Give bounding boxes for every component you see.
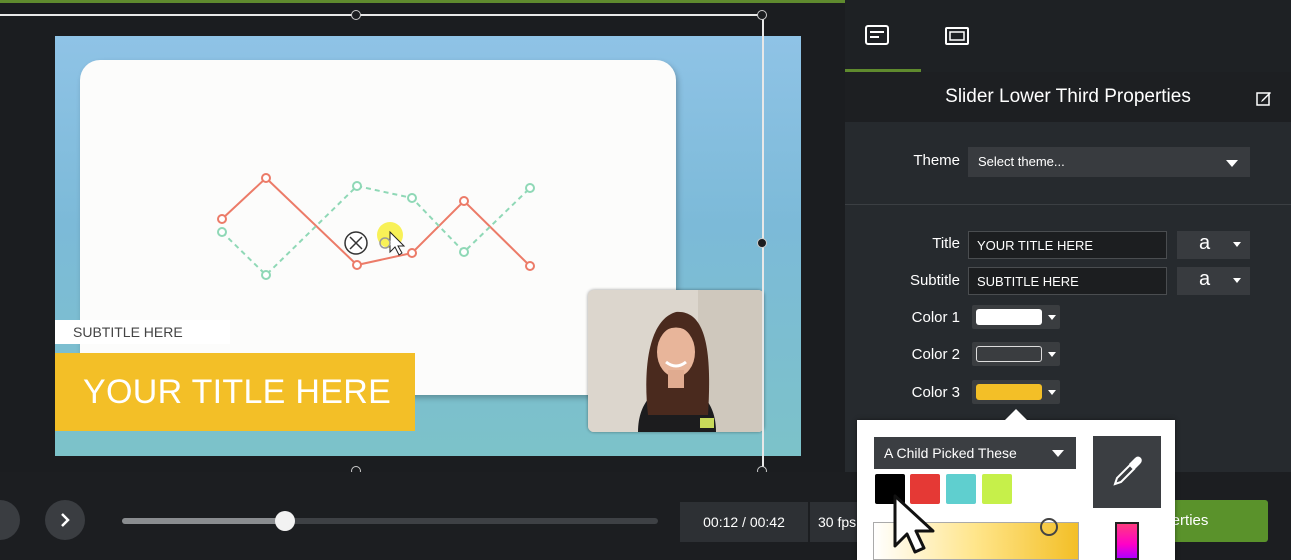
subtitle-label: Subtitle bbox=[909, 272, 960, 289]
title-banner[interactable]: YOUR TITLE HERE bbox=[55, 353, 415, 431]
popup-arrow bbox=[1004, 409, 1028, 421]
color2-label: Color 2 bbox=[911, 346, 960, 363]
eyedropper-button[interactable] bbox=[1093, 436, 1161, 508]
webcam-video[interactable] bbox=[588, 290, 764, 432]
edit-icon[interactable] bbox=[1256, 90, 1272, 106]
color1-picker[interactable] bbox=[972, 305, 1060, 329]
chevron-down-icon bbox=[1048, 390, 1056, 395]
resize-handle-right[interactable] bbox=[757, 238, 767, 248]
panel-title: Slider Lower Third Properties bbox=[845, 72, 1291, 122]
text-properties-icon bbox=[865, 25, 889, 45]
chevron-down-icon bbox=[1233, 278, 1241, 283]
theme-label: Theme bbox=[913, 152, 960, 169]
color1-swatch bbox=[976, 309, 1042, 325]
title-input[interactable]: YOUR TITLE HERE bbox=[968, 231, 1167, 259]
close-circle-icon bbox=[344, 231, 368, 255]
chevron-down-icon bbox=[1048, 315, 1056, 320]
mouse-cursor-icon bbox=[893, 494, 935, 554]
font-glyph: a bbox=[1199, 268, 1211, 290]
title-font-button[interactable]: a bbox=[1177, 231, 1250, 259]
palette-name: A Child Picked These bbox=[884, 445, 1017, 461]
resize-handle-top[interactable] bbox=[351, 10, 361, 20]
color3-picker[interactable] bbox=[972, 380, 1060, 404]
chevron-down-icon bbox=[1048, 352, 1056, 357]
chevron-down-icon bbox=[1052, 450, 1064, 457]
theme-value: Select theme... bbox=[978, 154, 1065, 169]
color3-swatch bbox=[976, 384, 1042, 400]
selection-top-edge bbox=[0, 14, 763, 16]
chevron-down-icon bbox=[1233, 242, 1241, 247]
palette-swatch-teal[interactable] bbox=[946, 474, 976, 504]
eyedropper-icon bbox=[1113, 456, 1142, 486]
next-button[interactable] bbox=[45, 500, 85, 540]
color3-label: Color 3 bbox=[911, 384, 960, 401]
theme-dropdown[interactable]: Select theme... bbox=[968, 147, 1250, 177]
subtitle-input[interactable]: SUBTITLE HERE bbox=[968, 267, 1167, 295]
filmstrip-icon bbox=[945, 27, 969, 45]
palette-dropdown[interactable]: A Child Picked These bbox=[874, 437, 1076, 469]
hue-slider[interactable] bbox=[1115, 522, 1139, 560]
chevron-right-icon bbox=[61, 513, 70, 527]
chevron-down-icon bbox=[1226, 160, 1238, 167]
time-display: 00:12 / 00:42 bbox=[680, 502, 808, 542]
color1-label: Color 1 bbox=[911, 309, 960, 326]
color2-swatch bbox=[976, 346, 1042, 362]
color2-picker[interactable] bbox=[972, 342, 1060, 366]
gradient-picker-handle[interactable] bbox=[1040, 518, 1058, 536]
scrubber-progress bbox=[122, 518, 286, 524]
font-glyph: a bbox=[1199, 232, 1211, 254]
tab-text-properties[interactable] bbox=[845, 0, 921, 70]
resize-handle-top-right[interactable] bbox=[757, 10, 767, 20]
palette-swatch-lime[interactable] bbox=[982, 474, 1012, 504]
subtitle-banner[interactable]: SUBTITLE HERE bbox=[55, 320, 230, 344]
section-divider bbox=[845, 204, 1291, 205]
person-avatar-image bbox=[588, 290, 764, 432]
subtitle-font-button[interactable]: a bbox=[1177, 267, 1250, 295]
tab-visual-properties[interactable] bbox=[921, 0, 997, 70]
title-label: Title bbox=[932, 235, 960, 252]
fps-selector[interactable]: 30 fps bbox=[810, 502, 860, 542]
